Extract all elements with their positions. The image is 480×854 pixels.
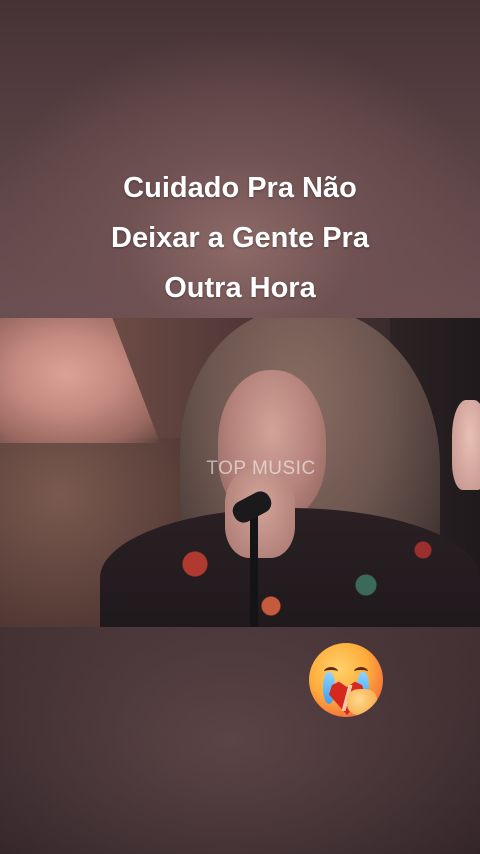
song-title-caption: Cuidado Pra Não Deixar a Gente Pra Outra… (0, 163, 480, 313)
video-frame[interactable]: TOP MUSIC (0, 318, 480, 627)
caption-line-1: Cuidado Pra Não (123, 172, 357, 204)
lamp-shade (0, 318, 160, 443)
face-holding-back-tears-broken-heart-icon (309, 643, 383, 717)
caption-line-2: Deixar a Gente Pra (111, 222, 369, 254)
microphone-stand (250, 513, 258, 627)
emoji-hand (347, 689, 377, 715)
story-screen[interactable]: Cuidado Pra Não Deixar a Gente Pra Outra… (0, 0, 480, 854)
video-watermark: TOP MUSIC (206, 458, 316, 479)
caption-line-3: Outra Hora (164, 272, 316, 304)
raised-hand (452, 400, 480, 490)
